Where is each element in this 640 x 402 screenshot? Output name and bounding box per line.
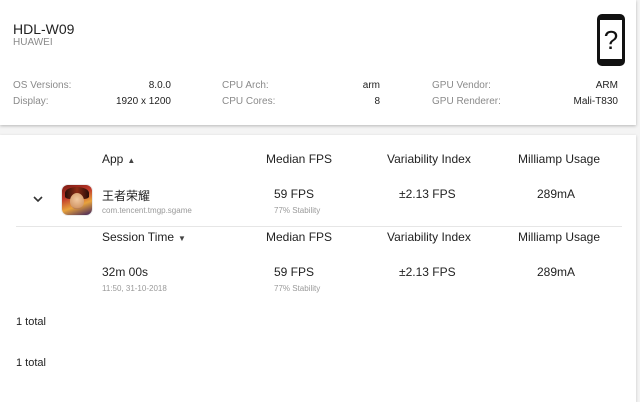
session-variability: ±2.13 FPS [399, 265, 456, 279]
app-stability: 77% Stability [274, 206, 321, 215]
app-icon [62, 185, 92, 215]
cpu-arch-label: CPU Arch: [222, 80, 269, 91]
milliamp-usage-header[interactable]: Milliamp Usage [518, 152, 600, 166]
sort-session-time-header[interactable]: Session Time ▼ [102, 230, 186, 244]
session-median-fps-header[interactable]: Median FPS [266, 230, 332, 244]
cpu-cores-value: 8 [374, 96, 380, 107]
session-timestamp: 11:50, 31-10-2018 [102, 284, 167, 293]
gpu-vendor-label: GPU Vendor: [432, 80, 491, 91]
os-versions-label: OS Versions: [13, 80, 72, 91]
phone-icon-glyph: ? [603, 24, 619, 55]
display-value: 1920 x 1200 [115, 96, 171, 107]
expand-row-chevron-icon[interactable] [31, 192, 45, 206]
sessions-total: 1 total [16, 316, 46, 328]
device-name: HDL-W09 [13, 21, 75, 37]
gpu-vendor-value: ARM [595, 80, 618, 91]
device-info-card: HDL-W09 HUAWEI ? OS Versions: 8.0.0 Disp… [0, 0, 636, 125]
sort-descending-icon: ▼ [178, 234, 186, 243]
sort-app-header[interactable]: App ▲ [102, 152, 135, 166]
app-variability: ±2.13 FPS [399, 187, 456, 201]
app-median-fps: 59 FPS [274, 187, 315, 201]
app-header-label: App [102, 152, 124, 166]
median-fps-header[interactable]: Median FPS [266, 152, 332, 166]
gpu-renderer-label: GPU Renderer: [432, 96, 501, 107]
session-time-header-label: Session Time [102, 230, 175, 244]
display-label: Display: [13, 96, 49, 107]
session-variability-header[interactable]: Variability Index [387, 230, 471, 244]
device-brand: HUAWEI [13, 37, 53, 48]
cpu-cores-label: CPU Cores: [222, 96, 276, 107]
session-stability: 77% Stability [274, 284, 321, 293]
app-name[interactable]: 王者荣耀 [102, 187, 150, 204]
cpu-arch-value: arm [362, 80, 380, 91]
unknown-phone-icon: ? [597, 14, 625, 66]
session-median-fps: 59 FPS [274, 265, 315, 279]
session-duration[interactable]: 32m 00s [102, 265, 148, 279]
session-milliamp-header[interactable]: Milliamp Usage [518, 230, 600, 244]
session-milliamp: 289mA [537, 265, 576, 279]
sort-ascending-icon: ▲ [127, 156, 136, 165]
app-package: com.tencent.tmgp.sgame [102, 206, 192, 215]
gpu-renderer-value: Mali-T830 [573, 96, 618, 107]
apps-total: 1 total [16, 357, 46, 369]
app-sessions-panel: App ▲ Median FPS Variability Index Millia… [0, 135, 636, 402]
variability-index-header[interactable]: Variability Index [387, 152, 471, 166]
app-milliamp: 289mA [537, 187, 576, 201]
row-divider [16, 226, 622, 227]
os-versions-value: 8.0.0 [148, 80, 171, 91]
